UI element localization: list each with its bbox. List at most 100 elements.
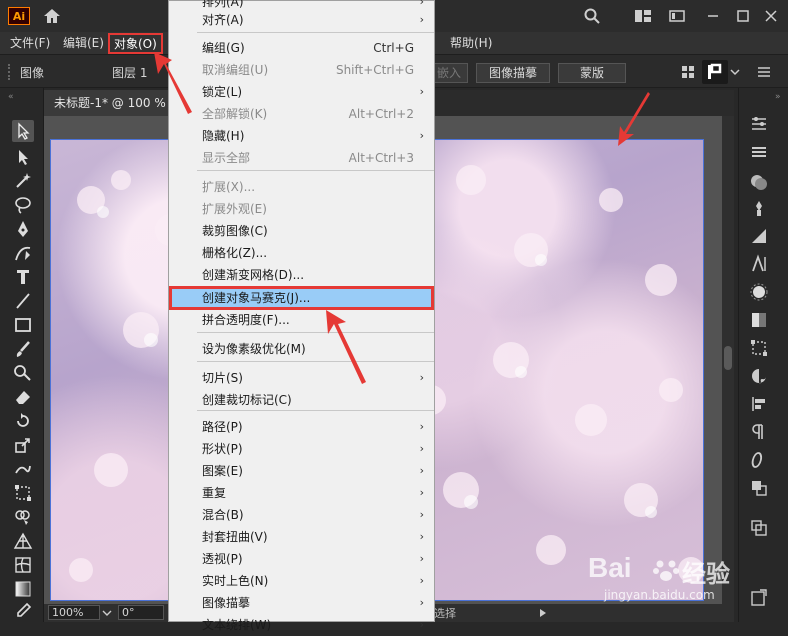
panel-menu-icon[interactable] xyxy=(756,64,772,80)
chevron-down-icon[interactable] xyxy=(730,67,740,77)
symbols-icon[interactable] xyxy=(749,198,769,218)
collapse-toolbar-icon[interactable]: « xyxy=(8,92,14,102)
rectangle-tool-icon[interactable] xyxy=(12,314,34,336)
menu-item[interactable]: 拼合透明度(F)... xyxy=(169,309,434,331)
workspace-icon[interactable] xyxy=(668,7,686,25)
menu-item[interactable]: 重复 › xyxy=(169,482,434,504)
right-panel-dock: » xyxy=(738,88,788,622)
artboards-icon[interactable] xyxy=(749,518,769,538)
menu-item[interactable]: 切片(S) › xyxy=(169,367,434,389)
selection-tool-icon[interactable] xyxy=(12,120,34,142)
lasso-tool-icon[interactable] xyxy=(12,194,34,216)
paragraph-icon[interactable] xyxy=(749,422,769,442)
zoom-field[interactable]: 100% xyxy=(48,605,100,620)
grip-handle[interactable] xyxy=(8,64,14,80)
gradient-tool-icon[interactable] xyxy=(12,578,34,600)
character-icon[interactable] xyxy=(749,254,769,274)
line-tool-icon[interactable] xyxy=(12,290,34,312)
menu-help[interactable]: 帮助(H) xyxy=(450,32,492,54)
eyedropper-tool-icon[interactable] xyxy=(12,600,34,622)
direct-selection-tool-icon[interactable] xyxy=(12,146,34,168)
menu-item[interactable]: 图案(E) › xyxy=(169,460,434,482)
magic-wand-tool-icon[interactable] xyxy=(12,170,34,192)
mask-button[interactable]: 蒙版 xyxy=(558,63,626,83)
menu-item[interactable]: 路径(P) › xyxy=(169,416,434,438)
pen-tool-icon[interactable] xyxy=(12,218,34,240)
warp-tool-icon[interactable] xyxy=(12,458,34,480)
menu-item: 扩展外观(E) xyxy=(169,198,434,220)
menu-item: 全部解锁(K) Alt+Ctrl+2 xyxy=(169,103,434,125)
menu-item-label: 全部解锁(K) xyxy=(202,107,268,121)
minimize-icon[interactable] xyxy=(704,7,722,25)
menu-item[interactable]: 封套扭曲(V) › xyxy=(169,526,434,548)
perspective-grid-tool-icon[interactable] xyxy=(12,530,34,552)
menu-item[interactable]: 创建渐变网格(D)... xyxy=(169,264,434,286)
home-icon[interactable] xyxy=(42,6,62,26)
appearance-icon[interactable] xyxy=(749,282,769,302)
menu-item-label: 扩展(X)... xyxy=(202,180,256,194)
menu-item[interactable]: 隐藏(H) › xyxy=(169,125,434,147)
menu-item-label: 重复 xyxy=(202,486,227,500)
menu-item[interactable]: 透视(P) › xyxy=(169,548,434,570)
scrollbar-thumb[interactable] xyxy=(724,346,732,370)
align-panel-icon[interactable] xyxy=(749,394,769,414)
menu-item[interactable]: 创建裁切标记(C) xyxy=(169,389,434,411)
play-icon[interactable] xyxy=(538,608,548,618)
free-transform-tool-icon[interactable] xyxy=(12,482,34,504)
rotate-tool-icon[interactable] xyxy=(12,410,34,432)
menu-item[interactable]: 对齐(A) › xyxy=(169,9,434,31)
menu-item[interactable]: 文本绕排(W) › xyxy=(169,614,434,636)
shaper-tool-icon[interactable] xyxy=(12,362,34,384)
menu-file[interactable]: 文件(F) xyxy=(10,32,50,54)
transform-panel-icon[interactable] xyxy=(749,338,769,358)
color-icon[interactable] xyxy=(749,172,769,192)
align-grid-icon[interactable] xyxy=(680,64,696,80)
menu-item-label: 锁定(L) xyxy=(202,85,243,99)
menu-item[interactable]: 混合(B) › xyxy=(169,504,434,526)
rotation-field[interactable]: 0° xyxy=(118,605,164,620)
paintbrush-tool-icon[interactable] xyxy=(12,338,34,360)
close-icon[interactable] xyxy=(762,7,780,25)
app-logo: Ai xyxy=(8,7,30,25)
opentype-icon[interactable] xyxy=(749,450,769,470)
menu-item[interactable]: 设为像素级优化(M) xyxy=(169,338,434,360)
submenu-arrow-icon: › xyxy=(419,530,424,543)
maximize-icon[interactable] xyxy=(734,7,752,25)
menu-item-label: 显示全部 xyxy=(202,151,251,165)
image-trace-button[interactable]: 图像描摹 xyxy=(476,63,550,83)
menu-item[interactable]: 图像描摹 › xyxy=(169,592,434,614)
menu-item[interactable]: 锁定(L) › xyxy=(169,81,434,103)
menu-item-label: 形状(P) xyxy=(202,442,243,456)
search-icon[interactable] xyxy=(583,7,601,25)
transform-icon[interactable] xyxy=(702,60,728,84)
menu-item-label: 切片(S) xyxy=(202,371,243,385)
menu-item[interactable]: 形状(P) › xyxy=(169,438,434,460)
menu-item-label: 取消编组(U) xyxy=(202,63,269,77)
shape-builder-tool-icon[interactable] xyxy=(12,506,34,528)
menu-item[interactable]: 裁剪图像(C) xyxy=(169,220,434,242)
curvature-tool-icon[interactable] xyxy=(12,242,34,264)
embed-button[interactable]: 嵌入 xyxy=(430,63,468,83)
swatches-icon[interactable] xyxy=(749,366,769,386)
collapse-panel-icon[interactable]: » xyxy=(775,92,781,102)
eraser-tool-icon[interactable] xyxy=(12,386,34,408)
pathfinder-icon[interactable] xyxy=(749,478,769,498)
menu-item[interactable]: 栅格化(Z)... xyxy=(169,242,434,264)
menu-separator xyxy=(197,361,434,362)
menu-edit[interactable]: 编辑(E) xyxy=(63,32,104,54)
transparency-icon[interactable] xyxy=(749,310,769,330)
zoom-dropdown-icon[interactable] xyxy=(102,608,112,618)
properties-icon[interactable] xyxy=(749,114,769,134)
status-mode-text: 选择 xyxy=(434,607,456,620)
type-tool-icon[interactable] xyxy=(12,266,34,288)
menu-item[interactable]: 创建对象马赛克(J)... xyxy=(169,287,434,309)
mesh-tool-icon[interactable] xyxy=(12,554,34,576)
menu-item[interactable]: 编组(G) Ctrl+G xyxy=(169,37,434,59)
menu-item[interactable]: 实时上色(N) › xyxy=(169,570,434,592)
scale-tool-icon[interactable] xyxy=(12,434,34,456)
vertical-scrollbar[interactable] xyxy=(722,116,734,604)
gradient-panel-icon[interactable] xyxy=(749,226,769,246)
arrange-documents-icon[interactable] xyxy=(634,7,652,25)
baidu-watermark: Bai 经验 jingyan.baidu.com xyxy=(586,552,766,612)
layers-icon[interactable] xyxy=(749,142,769,162)
